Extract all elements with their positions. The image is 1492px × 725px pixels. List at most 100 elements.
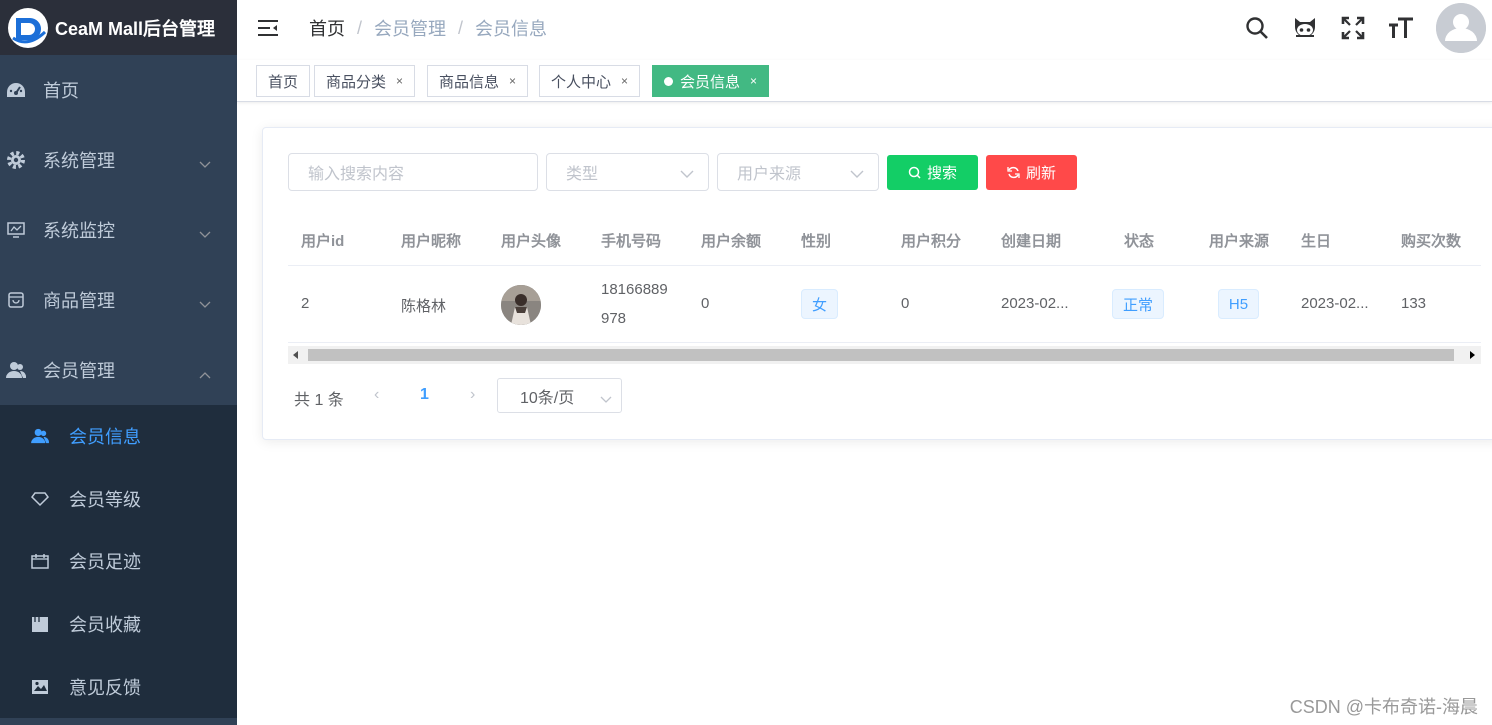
- sidebar-item-label: 系统管理: [43, 151, 115, 171]
- tag-goods-info[interactable]: 商品信息 ×: [427, 65, 529, 97]
- sidebar-item-label: 会员信息: [69, 427, 141, 448]
- user-group-icon: [6, 360, 26, 380]
- chevron-down-icon: [199, 293, 211, 314]
- sidebar-item-home[interactable]: 首页: [0, 55, 237, 125]
- dashboard-icon: [6, 80, 26, 100]
- folder-icon: [31, 615, 49, 633]
- column-header: 用户昵称: [401, 233, 462, 250]
- table-row[interactable]: 2 陈格林 18166889 978 0 女 0 2023-02... 正常 H…: [288, 266, 1481, 343]
- sidebar-item-label: 会员等级: [69, 489, 141, 510]
- tag-member-info[interactable]: 会员信息 ×: [652, 65, 770, 97]
- calendar-icon: [31, 552, 49, 570]
- cell-balance: 0: [701, 295, 710, 312]
- hamburger-icon[interactable]: [257, 17, 279, 39]
- type-placeholder: 类型: [566, 166, 599, 183]
- type-select[interactable]: 类型: [546, 153, 709, 191]
- cell-points: 0: [901, 295, 910, 312]
- active-dot-icon: [664, 76, 673, 86]
- tag-label: 商品分类: [326, 73, 387, 91]
- prev-page-icon[interactable]: ‹: [374, 386, 379, 404]
- cell-created-date: 2023-02...: [1001, 295, 1069, 312]
- tag-home[interactable]: 首页: [256, 65, 311, 97]
- sidebar-item-feedback[interactable]: 意见反馈: [0, 655, 237, 718]
- chevron-down-icon: [199, 153, 211, 174]
- sidebar-item-label: 意见反馈: [69, 677, 141, 698]
- close-icon[interactable]: ×: [621, 74, 628, 88]
- diamond-icon: [31, 490, 49, 508]
- tag-label: 商品信息: [439, 73, 500, 91]
- sidebar-item-monitor[interactable]: 系统监控: [0, 195, 237, 265]
- close-icon[interactable]: ×: [750, 74, 757, 88]
- logo-area[interactable]: CeaM Mall后台管理: [0, 0, 237, 55]
- column-header: 状态: [1124, 233, 1155, 250]
- search-icon[interactable]: [1244, 15, 1270, 41]
- column-header: 生日: [1301, 233, 1332, 250]
- sidebar: CeaM Mall后台管理 首页 系统管理 系统监控 商品管理 会员管理 会员信…: [0, 0, 237, 725]
- sidebar-item-members[interactable]: 会员管理: [0, 335, 237, 405]
- tag-goods-category[interactable]: 商品分类 ×: [314, 65, 416, 97]
- breadcrumb-member-mgmt[interactable]: 会员管理: [374, 15, 446, 41]
- page-number[interactable]: 1: [420, 386, 429, 404]
- page-size-select[interactable]: 10条/页: [497, 378, 622, 413]
- cell-nickname: 陈格林: [401, 298, 447, 315]
- sidebar-item-goods[interactable]: 商品管理: [0, 265, 237, 335]
- column-header: 用户来源: [1209, 233, 1270, 250]
- sidebar-item-label: 首页: [43, 81, 79, 101]
- source-tag: H5: [1218, 289, 1259, 319]
- sidebar-item-member-level[interactable]: 会员等级: [0, 468, 237, 531]
- monitor-icon: [6, 220, 26, 240]
- source-placeholder: 用户来源: [737, 166, 802, 183]
- scroll-right-icon[interactable]: [1470, 351, 1475, 359]
- sidebar-item-system[interactable]: 系统管理: [0, 125, 237, 195]
- close-icon[interactable]: ×: [509, 74, 516, 88]
- chevron-down-icon: [199, 223, 211, 244]
- chevron-down-icon: [680, 166, 694, 184]
- sidebar-item-label: 商品管理: [43, 291, 115, 311]
- cell-phone-line2: 978: [601, 310, 627, 327]
- status-badge: 正常: [1112, 289, 1164, 319]
- scrollbar-thumb[interactable]: [308, 349, 1454, 361]
- user-group-icon: [31, 427, 49, 445]
- breadcrumb-separator: /: [458, 17, 464, 38]
- breadcrumb-home[interactable]: 首页: [309, 15, 345, 41]
- watermark: CSDN @卡布奇诺-海晨: [1289, 697, 1478, 717]
- tag-profile[interactable]: 个人中心 ×: [539, 65, 641, 97]
- horizontal-scrollbar[interactable]: [288, 346, 1481, 364]
- gender-tag: 女: [801, 289, 838, 319]
- search-button[interactable]: 搜索: [887, 155, 978, 190]
- breadcrumb: 首页 / 会员管理 / 会员信息: [309, 15, 547, 41]
- fullscreen-icon[interactable]: [1340, 15, 1366, 41]
- github-icon[interactable]: [1292, 15, 1318, 41]
- cell-purchases: 133: [1401, 295, 1427, 312]
- scroll-left-icon[interactable]: [293, 351, 298, 359]
- column-header: 用户头像: [501, 233, 562, 250]
- font-size-icon[interactable]: [1388, 15, 1414, 41]
- close-icon[interactable]: ×: [396, 74, 403, 88]
- page-size-label: 10条/页: [520, 389, 575, 407]
- tag-label: 首页: [268, 73, 299, 91]
- column-header: 用户余额: [701, 233, 762, 250]
- column-header: 创建日期: [1001, 233, 1062, 250]
- content-card: 输入搜索内容 类型 用户来源 搜索 刷新 用户id 用户昵称 用户头像 手机号码…: [262, 127, 1492, 440]
- user-avatar[interactable]: [1436, 3, 1486, 53]
- sidebar-item-member-footprint[interactable]: 会员足迹: [0, 530, 237, 593]
- column-header: 性别: [801, 233, 832, 250]
- sidebar-item-member-favorites[interactable]: 会员收藏: [0, 593, 237, 656]
- image-icon: [31, 678, 49, 696]
- tag-label: 个人中心: [551, 73, 612, 91]
- member-avatar-image[interactable]: [501, 285, 541, 325]
- tags-view: 首页 商品分类 × 商品信息 × 个人中心 × 会员信息 ×: [237, 60, 1492, 102]
- sidebar-item-label: 会员足迹: [69, 552, 141, 573]
- sidebar-item-member-info[interactable]: 会员信息: [0, 405, 237, 468]
- chevron-up-icon: [199, 363, 211, 384]
- source-select[interactable]: 用户来源: [717, 153, 879, 191]
- next-page-icon[interactable]: ›: [470, 386, 475, 404]
- search-placeholder: 输入搜索内容: [308, 166, 405, 183]
- logo-icon: [8, 7, 48, 48]
- search-input[interactable]: 输入搜索内容: [288, 153, 538, 191]
- navbar: 首页 / 会员管理 / 会员信息: [237, 0, 1492, 56]
- column-header: 用户id: [301, 233, 345, 250]
- gear-icon: [6, 150, 26, 170]
- breadcrumb-separator: /: [357, 17, 363, 38]
- refresh-button[interactable]: 刷新: [986, 155, 1077, 190]
